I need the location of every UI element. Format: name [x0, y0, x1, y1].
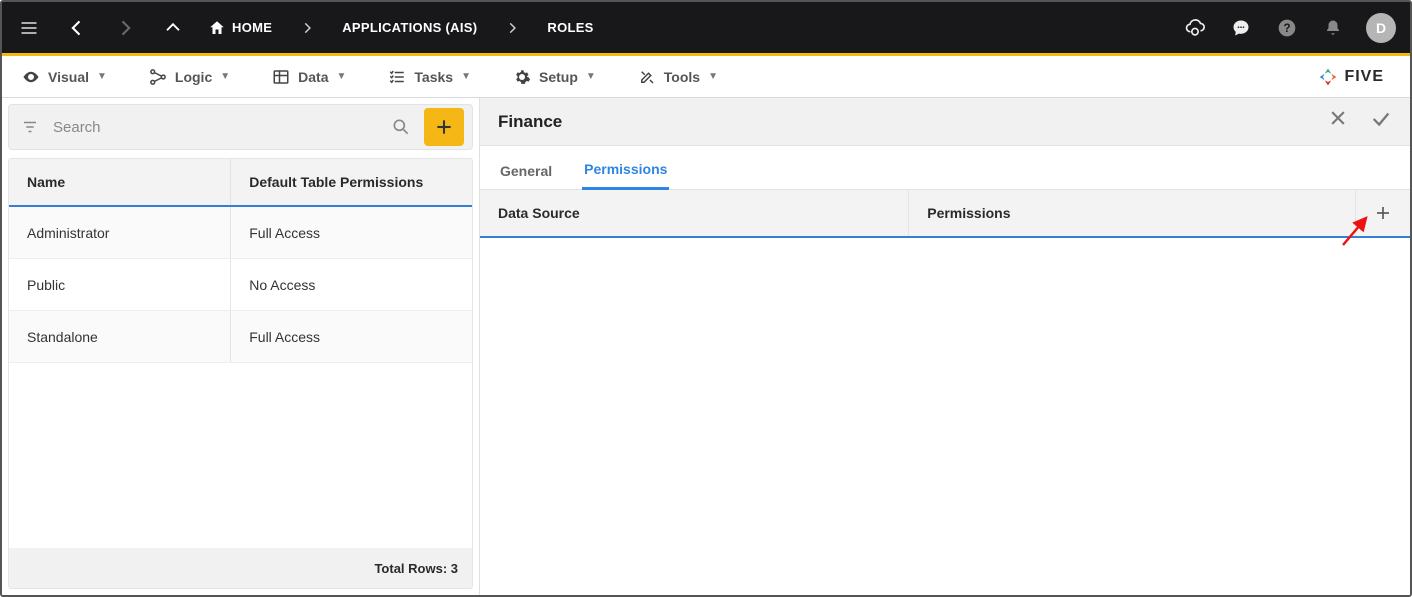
column-name[interactable]: Name	[9, 159, 231, 205]
toolbar-logic[interactable]: Logic ▼	[149, 68, 230, 86]
main-content: Name Default Table Permissions Administr…	[2, 98, 1410, 595]
breadcrumb-roles-label: ROLES	[547, 20, 593, 35]
table-row[interactable]: Administrator Full Access	[9, 207, 472, 259]
cell-perm: Full Access	[231, 207, 472, 258]
toolbar-data-label: Data	[298, 69, 328, 85]
breadcrumb-roles[interactable]: ROLES	[547, 20, 593, 35]
permissions-table-header: Data Source Permissions	[480, 190, 1410, 238]
table-row[interactable]: Public No Access	[9, 259, 472, 311]
breadcrumb-applications[interactable]: APPLICATIONS (AIS)	[342, 20, 477, 35]
confirm-icon[interactable]	[1370, 108, 1392, 135]
chevron-right-icon	[499, 15, 525, 41]
add-button[interactable]	[424, 108, 464, 146]
cell-perm: No Access	[231, 259, 472, 310]
table-footer: Total Rows: 3	[9, 548, 472, 588]
toolbar-data[interactable]: Data ▼	[272, 68, 346, 86]
roles-table: Name Default Table Permissions Administr…	[8, 158, 473, 589]
detail-tabs: General Permissions	[480, 146, 1410, 190]
svg-text:?: ?	[1283, 22, 1290, 35]
cell-name: Administrator	[9, 207, 231, 258]
chevron-down-icon: ▼	[586, 71, 596, 82]
back-icon[interactable]	[64, 15, 90, 41]
add-permission-button[interactable]	[1355, 190, 1392, 236]
chevron-down-icon: ▼	[97, 71, 107, 82]
brand-label: FIVE	[1344, 68, 1384, 86]
detail-title: Finance	[498, 112, 562, 132]
breadcrumb-applications-label: APPLICATIONS (AIS)	[342, 20, 477, 35]
avatar[interactable]: D	[1366, 13, 1396, 43]
breadcrumb-home[interactable]: HOME	[208, 19, 272, 37]
toolbar-setup-label: Setup	[539, 69, 578, 85]
search-input[interactable]	[53, 119, 378, 136]
toolbar-tasks[interactable]: Tasks ▼	[388, 68, 471, 86]
cell-name: Standalone	[9, 311, 231, 362]
column-data-source[interactable]: Data Source	[498, 190, 909, 236]
table-header: Name Default Table Permissions	[9, 159, 472, 207]
chevron-down-icon: ▼	[220, 71, 230, 82]
chevron-down-icon: ▼	[708, 71, 718, 82]
help-icon[interactable]: ?	[1274, 15, 1300, 41]
detail-panel: Finance General Permissions Data Source …	[480, 98, 1410, 595]
forward-icon	[112, 15, 138, 41]
cell-perm: Full Access	[231, 311, 472, 362]
hamburger-icon[interactable]	[16, 15, 42, 41]
chevron-down-icon: ▼	[337, 71, 347, 82]
search-bar	[8, 104, 473, 150]
cloud-icon[interactable]	[1182, 15, 1208, 41]
table-footer-label: Total Rows: 3	[374, 561, 458, 576]
toolbar-tools-label: Tools	[664, 69, 700, 85]
chevron-down-icon: ▼	[461, 71, 471, 82]
toolbar-logic-label: Logic	[175, 69, 212, 85]
list-panel: Name Default Table Permissions Administr…	[2, 98, 480, 595]
up-icon[interactable]	[160, 15, 186, 41]
chevron-right-icon	[294, 15, 320, 41]
table-row[interactable]: Standalone Full Access	[9, 311, 472, 363]
breadcrumb-home-label: HOME	[232, 20, 272, 35]
filter-icon[interactable]	[17, 114, 43, 140]
column-permissions[interactable]: Default Table Permissions	[231, 159, 472, 205]
chat-icon[interactable]	[1228, 15, 1254, 41]
top-header: HOME APPLICATIONS (AIS) ROLES ? D	[2, 2, 1410, 56]
tab-permissions[interactable]: Permissions	[582, 151, 669, 190]
search-icon[interactable]	[388, 114, 414, 140]
tab-general[interactable]: General	[498, 153, 554, 189]
brand-logo: FIVE	[1318, 67, 1390, 87]
close-icon[interactable]	[1328, 108, 1348, 135]
toolbar-setup[interactable]: Setup ▼	[513, 68, 596, 86]
column-sub-permissions[interactable]: Permissions	[909, 190, 1355, 236]
toolbar-visual-label: Visual	[48, 69, 89, 85]
toolbar-visual[interactable]: Visual ▼	[22, 68, 107, 86]
bell-icon[interactable]	[1320, 15, 1346, 41]
toolbar-tools[interactable]: Tools ▼	[638, 68, 718, 86]
avatar-initial: D	[1376, 20, 1386, 36]
toolbar-tasks-label: Tasks	[414, 69, 453, 85]
cell-name: Public	[9, 259, 231, 310]
toolbar: Visual ▼ Logic ▼ Data ▼ Tasks ▼ Setup ▼ …	[2, 56, 1410, 98]
detail-header: Finance	[480, 98, 1410, 146]
